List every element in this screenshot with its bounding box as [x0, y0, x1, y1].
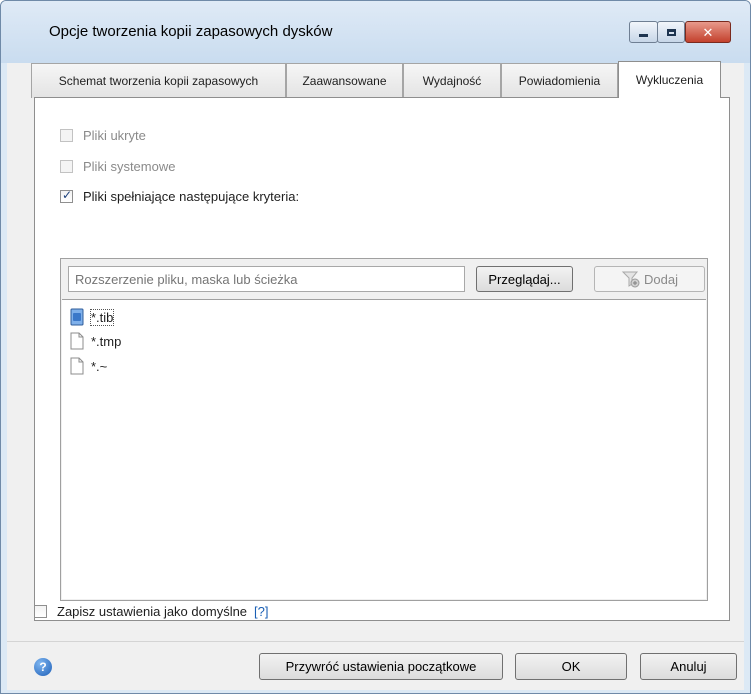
title-bar[interactable]: Opcje tworzenia kopii zapasowych dysków … [1, 1, 750, 63]
close-button[interactable]: ✕ [685, 21, 731, 43]
dialog-window: Opcje tworzenia kopii zapasowych dysków … [0, 0, 751, 694]
tab-notifications[interactable]: Powiadomienia [501, 63, 618, 98]
list-item-text: *.~ [91, 358, 108, 374]
filter-add-icon [621, 271, 640, 288]
save-default-label: Zapisz ustawienia jako domyślne [57, 604, 248, 619]
dialog-client-area: Schemat tworzenia kopii zapasowych Zaawa… [7, 61, 744, 690]
exclusions-panel: Pliki ukryte Pliki systemowe ✓ Pliki spe… [34, 97, 730, 621]
criteria-files-label: Pliki spełniające następujące kryteria: [83, 189, 300, 204]
maximize-button[interactable] [657, 21, 685, 43]
close-icon: ✕ [702, 24, 714, 40]
maximize-icon [666, 28, 676, 36]
minimize-button[interactable] [629, 21, 658, 43]
file-icon [70, 357, 84, 375]
tib-file-icon [70, 308, 84, 326]
restore-defaults-button[interactable]: Przywróć ustawienia początkowe [259, 653, 503, 680]
criteria-group: Przeglądaj... Dodaj *. [60, 258, 708, 601]
hidden-files-checkbox[interactable] [60, 129, 73, 142]
window-title: Opcje tworzenia kopii zapasowych dysków [49, 23, 333, 40]
add-button-label: Dodaj [644, 271, 678, 287]
list-item[interactable]: *.tmp [70, 331, 121, 351]
dialog-footer: ? Przywróć ustawienia początkowe OK Anul… [7, 641, 744, 690]
criteria-files-checkbox[interactable]: ✓ [60, 188, 73, 203]
tab-backup-scheme[interactable]: Schemat tworzenia kopii zapasowych [31, 63, 286, 98]
save-default-checkbox[interactable] [34, 605, 47, 618]
system-files-checkbox[interactable] [60, 160, 73, 173]
system-files-option: Pliki systemowe [60, 159, 175, 174]
tab-advanced[interactable]: Zaawansowane [286, 63, 403, 98]
ok-button[interactable]: OK [515, 653, 627, 680]
hidden-files-label: Pliki ukryte [83, 128, 146, 143]
save-default-option: Zapisz ustawienia jako domyślne [?] [34, 604, 269, 619]
cancel-button[interactable]: Anuluj [640, 653, 737, 680]
help-icon[interactable]: ? [34, 658, 52, 676]
hidden-files-option: Pliki ukryte [60, 128, 146, 143]
list-item[interactable]: *.~ [70, 356, 107, 376]
tab-performance[interactable]: Wydajność [403, 63, 501, 98]
save-default-help-link[interactable]: [?] [254, 604, 268, 619]
list-item-text: *.tib [89, 308, 115, 326]
list-item[interactable]: *.tib [70, 307, 700, 327]
file-icon [70, 332, 84, 350]
list-item-text: *.tmp [91, 333, 122, 349]
minimize-icon [639, 33, 648, 37]
exclusion-list[interactable]: *.tib *.tmp *.~ [62, 299, 706, 599]
checkmark-icon: ✓ [62, 188, 73, 202]
criteria-files-option: ✓ Pliki spełniające następujące kryteria… [60, 188, 300, 204]
add-button[interactable]: Dodaj [594, 266, 705, 292]
tab-exclusions[interactable]: Wykluczenia [618, 61, 721, 98]
system-files-label: Pliki systemowe [83, 159, 176, 174]
exclusion-criteria-input[interactable] [68, 266, 465, 292]
browse-button[interactable]: Przeglądaj... [476, 266, 573, 292]
